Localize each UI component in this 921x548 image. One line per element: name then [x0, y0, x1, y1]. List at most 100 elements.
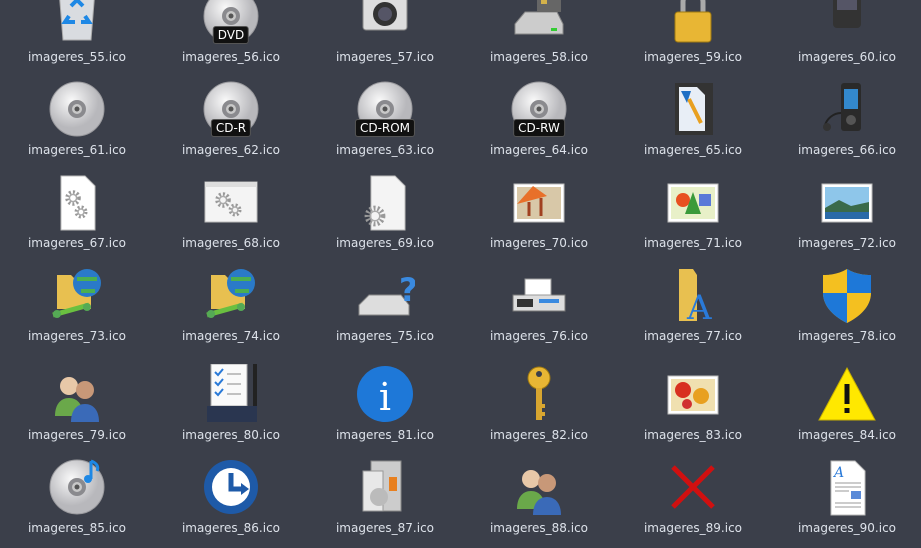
- network-folder-icon: [45, 265, 109, 325]
- users-icon: [45, 364, 109, 424]
- disc-music-icon: [45, 457, 109, 517]
- file-item[interactable]: imageres_58.ico: [462, 0, 616, 77]
- file-item[interactable]: imageres_76.ico: [462, 263, 616, 362]
- file-name: imageres_60.ico: [797, 50, 897, 64]
- file-item[interactable]: imageres_55.ico: [0, 0, 154, 77]
- disc-icon: CD-R: [199, 79, 263, 139]
- file-name: imageres_56.ico: [181, 50, 281, 64]
- file-item[interactable]: imageres_88.ico: [462, 455, 616, 548]
- file-name: imageres_65.ico: [643, 143, 743, 157]
- svg-text:i: i: [379, 375, 391, 419]
- svg-text:?: ?: [399, 271, 415, 309]
- file-gear-icon: [353, 172, 417, 232]
- file-item[interactable]: imageres_60.ico: [770, 0, 921, 77]
- file-item[interactable]: i imageres_81.ico: [308, 362, 462, 455]
- file-item[interactable]: imageres_83.ico: [616, 362, 770, 455]
- file-item[interactable]: imageres_67.ico: [0, 170, 154, 263]
- file-item[interactable]: imageres_65.ico: [616, 77, 770, 170]
- file-name: imageres_70.ico: [489, 236, 589, 250]
- file-item[interactable]: imageres_82.ico: [462, 362, 616, 455]
- shield-icon: [815, 265, 879, 325]
- phone-icon: [815, 0, 879, 46]
- file-item[interactable]: imageres_61.ico: [0, 77, 154, 170]
- disc-icon: [45, 79, 109, 139]
- disc-icon: DVD: [199, 0, 263, 46]
- users-icon: [507, 457, 571, 517]
- file-item[interactable]: imageres_86.ico: [154, 455, 308, 548]
- file-item[interactable]: Aimageres_77.ico: [616, 263, 770, 362]
- file-item[interactable]: Aimageres_90.ico: [770, 455, 921, 548]
- recycle-bin-icon: [45, 0, 109, 46]
- font-folder-icon: A: [661, 265, 725, 325]
- file-name: imageres_84.ico: [797, 428, 897, 442]
- file-item[interactable]: imageres_59.ico: [616, 0, 770, 77]
- disc-type-badge: CD-ROM: [354, 119, 416, 137]
- file-item[interactable]: CD-ROM imageres_63.ico: [308, 77, 462, 170]
- disc-type-badge: CD-R: [210, 119, 252, 137]
- file-item[interactable]: imageres_69.ico: [308, 170, 462, 263]
- file-item[interactable]: ? imageres_75.ico: [308, 263, 462, 362]
- file-item[interactable]: imageres_66.ico: [770, 77, 921, 170]
- disc-type-badge: DVD: [212, 26, 250, 44]
- file-item[interactable]: DVD imageres_56.ico: [154, 0, 308, 77]
- file-name: imageres_55.ico: [27, 50, 127, 64]
- file-item[interactable]: imageres_71.ico: [616, 170, 770, 263]
- file-name: imageres_62.ico: [181, 143, 281, 157]
- warning-icon: [815, 364, 879, 424]
- svg-text:A: A: [832, 465, 844, 481]
- file-item[interactable]: imageres_80.ico: [154, 362, 308, 455]
- file-name: imageres_72.ico: [797, 236, 897, 250]
- picture-shapes-icon: [661, 172, 725, 232]
- file-item[interactable]: CD-RW imageres_64.ico: [462, 77, 616, 170]
- doc-gear-icon: [45, 172, 109, 232]
- file-item[interactable]: imageres_79.ico: [0, 362, 154, 455]
- software-box-icon: [353, 457, 417, 517]
- file-name: imageres_73.ico: [27, 329, 127, 343]
- picture-flowers-icon: [661, 364, 725, 424]
- file-name: imageres_77.ico: [643, 329, 743, 343]
- file-item[interactable]: imageres_70.ico: [462, 170, 616, 263]
- disc-icon: CD-RW: [507, 79, 571, 139]
- file-item[interactable]: imageres_87.ico: [308, 455, 462, 548]
- file-name: imageres_90.ico: [797, 521, 897, 535]
- svg-text:A: A: [686, 288, 712, 325]
- file-name: imageres_86.ico: [181, 521, 281, 535]
- fax-icon: [507, 265, 571, 325]
- picture-landscape-icon: [815, 172, 879, 232]
- file-name: imageres_64.ico: [489, 143, 589, 157]
- file-item[interactable]: imageres_85.ico: [0, 455, 154, 548]
- drive-question-icon: ?: [353, 265, 417, 325]
- key-icon: [507, 364, 571, 424]
- file-item[interactable]: imageres_89.ico: [616, 455, 770, 548]
- file-name: imageres_61.ico: [27, 143, 127, 157]
- file-item[interactable]: imageres_72.ico: [770, 170, 921, 263]
- file-name: imageres_89.ico: [643, 521, 743, 535]
- file-name: imageres_78.ico: [797, 329, 897, 343]
- file-item[interactable]: imageres_74.ico: [154, 263, 308, 362]
- file-name: imageres_85.ico: [27, 521, 127, 535]
- info-icon: i: [353, 364, 417, 424]
- window-gear-icon: [199, 172, 263, 232]
- file-name: imageres_58.ico: [489, 50, 589, 64]
- file-item[interactable]: imageres_73.ico: [0, 263, 154, 362]
- file-name: imageres_76.ico: [489, 329, 589, 343]
- file-name: imageres_80.ico: [181, 428, 281, 442]
- network-folder-icon: [199, 265, 263, 325]
- file-name: imageres_88.ico: [489, 521, 589, 535]
- lock-icon: [661, 0, 725, 46]
- file-item[interactable]: imageres_68.ico: [154, 170, 308, 263]
- file-name: imageres_67.ico: [27, 236, 127, 250]
- camera-icon: [353, 0, 417, 46]
- file-item[interactable]: CD-R imageres_62.ico: [154, 77, 308, 170]
- media-player-icon: [815, 79, 879, 139]
- document-icon: A: [815, 457, 879, 517]
- file-name: imageres_87.ico: [335, 521, 435, 535]
- file-item[interactable]: imageres_57.ico: [308, 0, 462, 77]
- file-name: imageres_82.ico: [489, 428, 589, 442]
- checklist-icon: [199, 364, 263, 424]
- disc-type-badge: CD-RW: [513, 119, 565, 137]
- file-item[interactable]: imageres_78.ico: [770, 263, 921, 362]
- file-name: imageres_75.ico: [335, 329, 435, 343]
- file-name: imageres_81.ico: [335, 428, 435, 442]
- file-item[interactable]: imageres_84.ico: [770, 362, 921, 455]
